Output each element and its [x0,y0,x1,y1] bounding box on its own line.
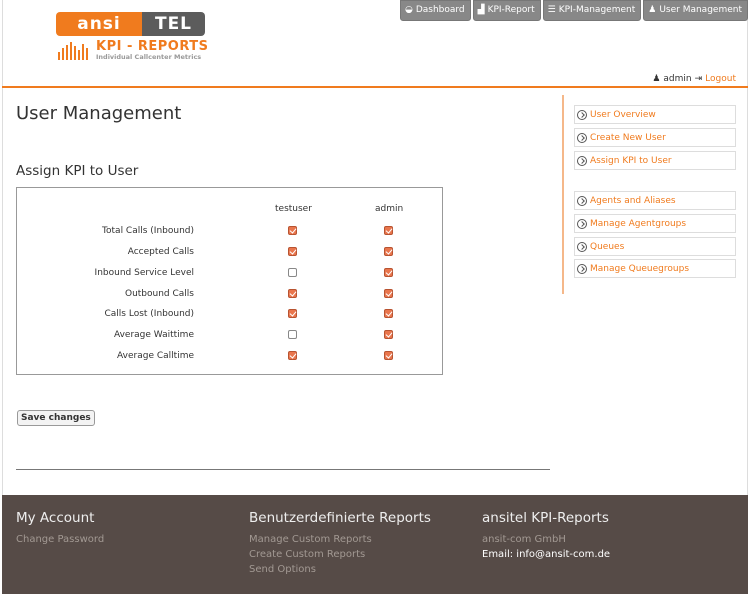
checkbox-admin[interactable] [384,247,393,256]
checkbox-admin[interactable] [384,226,393,235]
sidebar-item-label: Queues [590,241,625,252]
checkbox-admin[interactable] [384,351,393,360]
checkbox-admin[interactable] [384,309,393,318]
sidebar-item-manage-agentgroups[interactable]: Manage Agentgroups [574,214,736,233]
checkbox-testuser[interactable] [288,247,297,256]
create-custom-reports-link[interactable]: Create Custom Reports [249,547,431,562]
table-row: Total Calls (Inbound) [17,223,442,243]
sidebar-item-label: Manage Queuegroups [590,263,690,274]
logout-icon[interactable]: ⇥ [695,74,703,84]
nav-tab-user-management[interactable]: ♟ User Management [643,0,748,21]
nav-tab-kpi-management[interactable]: ☰ KPI-Management [542,0,642,21]
sidebar-item-agents-aliases[interactable]: Agents and Aliases [574,191,736,210]
chevron-circle-icon [577,195,587,206]
header-divider [2,86,748,88]
nav-tab-label: User Management [659,5,742,15]
footer-heading: Benutzerdefinierte Reports [249,510,431,526]
send-options-link[interactable]: Send Options [249,562,431,577]
sidebar-item-queues[interactable]: Queues [574,237,736,256]
kpi-label: Average Waittime [113,330,194,340]
checkbox-testuser[interactable] [288,268,297,277]
sidebar-item-manage-queuegroups[interactable]: Manage Queuegroups [574,259,736,278]
kpi-label: Inbound Service Level [94,268,194,278]
table-row: Outbound Calls [17,286,442,306]
nav-tab-dashboard[interactable]: ◒ Dashboard [399,0,471,21]
sidebar-item-user-overview[interactable]: User Overview [574,105,736,124]
table-row: Inbound Service Level [17,265,442,285]
app-logo[interactable]: ansi TEL KPI - REPORTS Individual Callce… [56,12,209,62]
logout-link[interactable]: Logout [705,74,736,84]
logo-subtitle: Individual Callcenter Metrics [96,53,202,61]
sidebar-item-assign-kpi[interactable]: Assign KPI to User [574,151,736,170]
checkbox-testuser[interactable] [288,351,297,360]
nav-tab-label: KPI-Management [558,5,636,15]
dashboard-icon: ◒ [404,5,413,15]
contact-email[interactable]: Email: info@ansit-com.de [482,547,610,562]
page-title: User Management [16,103,182,124]
checkbox-admin[interactable] [384,268,393,277]
user-icon: ♟ [648,5,657,15]
footer-heading: ansitel KPI-Reports [482,510,609,526]
checkbox-testuser[interactable] [288,330,297,339]
footer-col-company: ansitel KPI-Reports ansit-com GmbH Email… [482,510,610,562]
kpi-label: Outbound Calls [124,289,194,299]
checkbox-admin[interactable] [384,330,393,339]
sidebar-item-create-new-user[interactable]: Create New User [574,128,736,147]
column-header-admin: admin [375,204,404,214]
kpi-label: Average Calltime [117,351,194,361]
bar-chart-logo-icon [58,40,88,60]
sidebar-item-label: User Overview [590,109,656,120]
column-header-testuser: testuser [275,204,312,214]
change-password-link[interactable]: Change Password [16,532,104,547]
list-icon: ☰ [547,5,556,15]
checkbox-testuser[interactable] [288,226,297,235]
current-username: admin [663,74,692,84]
kpi-label: Total Calls (Inbound) [102,226,194,236]
sidebar-item-label: Assign KPI to User [590,155,672,166]
table-row: Average Calltime [17,348,442,368]
user-icon: ♟ [652,74,661,84]
sidebar-item-label: Manage Agentgroups [590,218,687,229]
table-row: Accepted Calls [17,244,442,264]
top-nav: ◒ Dashboard ▟ KPI-Report ☰ KPI-Managemen… [399,0,748,21]
user-bar: ♟ admin ⇥ Logout [652,74,736,84]
nav-tab-kpi-report[interactable]: ▟ KPI-Report [472,0,541,21]
kpi-label: Accepted Calls [127,247,194,257]
company-name: ansit-com GmbH [482,534,566,545]
logo-tel: TEL [142,12,205,36]
chevron-circle-icon [577,155,587,166]
kpi-assignment-table: testuser admin Total Calls (Inbound) Acc… [16,187,443,375]
table-row: Calls Lost (Inbound) [17,306,442,326]
kpi-label: Calls Lost (Inbound) [104,309,194,319]
save-changes-button[interactable]: Save changes [17,410,95,426]
logo-ansi: ansi [56,12,142,36]
sidebar-item-label: Create New User [590,132,666,143]
footer: My Account Change Password Benutzerdefin… [2,495,748,594]
nav-tab-label: KPI-Report [487,5,535,15]
logo-title: KPI - REPORTS [96,39,209,54]
footer-col-account: My Account Change Password [16,510,104,547]
bar-chart-icon: ▟ [477,5,485,15]
footer-heading: My Account [16,510,95,526]
checkbox-testuser[interactable] [288,309,297,318]
chevron-circle-icon [577,132,587,143]
chevron-circle-icon [577,218,587,229]
sidebar-divider [562,95,564,294]
checkbox-admin[interactable] [384,289,393,298]
content-divider [16,469,550,470]
sidebar-item-label: Agents and Aliases [590,195,676,206]
manage-custom-reports-link[interactable]: Manage Custom Reports [249,532,431,547]
nav-tab-label: Dashboard [415,5,465,15]
section-title: Assign KPI to User [16,163,139,179]
table-row: Average Waittime [17,327,442,347]
chevron-circle-icon [577,241,587,252]
chevron-circle-icon [577,109,587,120]
chevron-circle-icon [577,263,587,274]
footer-col-custom-reports: Benutzerdefinierte Reports Manage Custom… [249,510,431,577]
checkbox-testuser[interactable] [288,289,297,298]
